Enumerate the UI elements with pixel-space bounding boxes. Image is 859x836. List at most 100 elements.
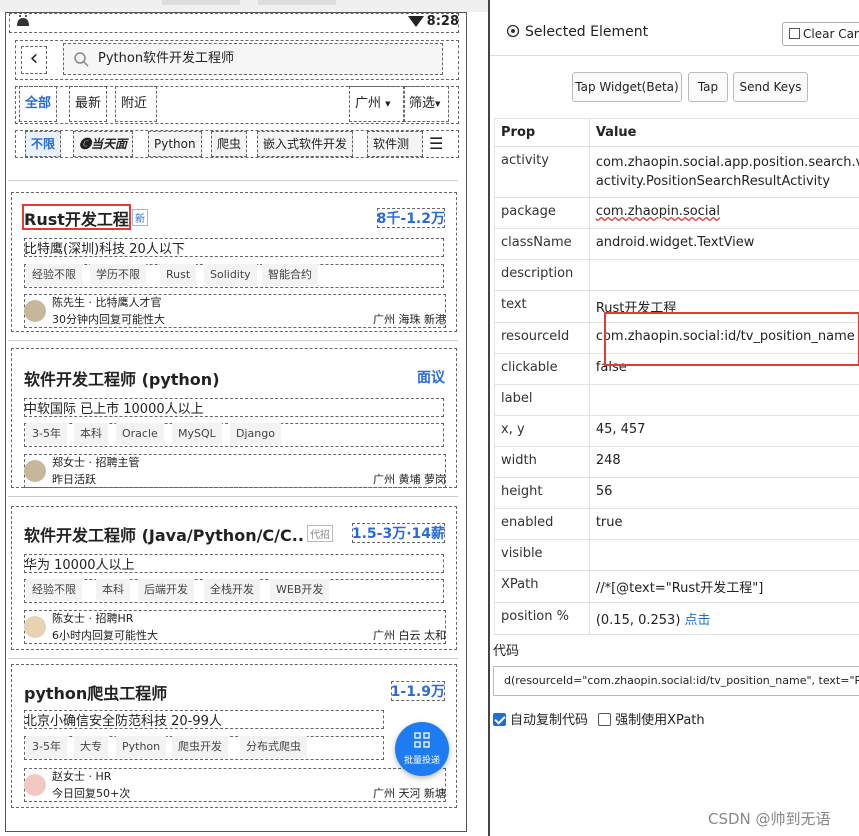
- tag: 本科: [74, 423, 108, 445]
- prop-key: package: [494, 197, 590, 229]
- chip-crawler[interactable]: 爬虫: [211, 131, 248, 157]
- chip-python[interactable]: Python: [148, 131, 202, 157]
- table-row: className android.widget.TextView: [494, 228, 859, 260]
- table-row: visible: [494, 539, 859, 571]
- prop-value: com.zhaopin.social: [588, 197, 859, 229]
- batch-apply-button[interactable]: 批量投递: [395, 722, 449, 776]
- company-info: 北京小确信安全防范科技 20-99人: [24, 710, 384, 729]
- tab-nearby[interactable]: 附近: [115, 86, 157, 122]
- tag: 学历不限: [90, 264, 146, 286]
- fab-label: 批量投递: [403, 756, 440, 766]
- recruiter-row: 陈先生 · 比特鹰人才官 30分钟内回复可能性大 广州 海珠 新港: [24, 294, 446, 328]
- menu-icon[interactable]: ☰: [429, 134, 443, 153]
- chip-unlimited[interactable]: 不限: [25, 131, 62, 157]
- table-row: x, y 45, 457: [494, 415, 859, 447]
- job-card[interactable]: 软件开发工程师 (python) 面议 中软国际 已上市 10000人以上 3-…: [11, 348, 457, 488]
- chip-same-day[interactable]: 🅒当天面: [73, 131, 134, 157]
- prop-value: 56: [588, 477, 859, 509]
- table-header: Prop Value: [494, 118, 859, 147]
- divider: [8, 658, 458, 659]
- avatar: [24, 616, 46, 638]
- chip-row: 不限 🅒当天面 Python 爬虫 嵌入式软件开发 软件测 ☰: [15, 130, 459, 158]
- recruiter-name: 陈先生 · 比特鹰人才官: [52, 296, 162, 309]
- prop-key: className: [494, 228, 590, 260]
- prop-key: clickable: [494, 353, 590, 385]
- value-header: Value: [588, 118, 859, 147]
- company-info: 比特鹰(深圳)科技 20人以下: [24, 238, 444, 257]
- divider: [8, 340, 458, 341]
- job-card[interactable]: python爬虫工程师 1-1.9万 北京小确信安全防范科技 20-99人 3-…: [11, 664, 457, 808]
- job-salary: 1.5-3万·14薪: [351, 523, 445, 543]
- prop-value-line: activity.PositionSearchResultActivity: [595, 174, 831, 189]
- tag: MySQL: [172, 423, 222, 445]
- auto-copy-label: 自动复制代码: [510, 713, 589, 728]
- tag: Solidity: [204, 264, 257, 286]
- filter-dropdown[interactable]: 筛选▾: [403, 86, 449, 122]
- send-keys-button[interactable]: Send Keys: [733, 72, 808, 102]
- tag: 经验不限: [26, 264, 82, 286]
- prop-value: [588, 259, 859, 291]
- search-input[interactable]: Python软件开发工程师: [63, 43, 443, 75]
- recruiter-name: 郑女士 · 招聘主管: [52, 456, 140, 469]
- table-row: XPath//*[@text="Rust开发工程"]: [494, 570, 859, 603]
- chip-testing[interactable]: 软件测: [367, 131, 423, 157]
- chevron-down-icon: ▾: [385, 97, 391, 110]
- table-row: width 248: [494, 446, 859, 478]
- prop-value: (0.15, 0.253) 点击: [588, 602, 859, 635]
- tag-list: 3-5年 本科 Oracle MySQL Django: [24, 423, 444, 447]
- prop-value: 45, 457: [588, 415, 859, 447]
- chevron-left-icon[interactable]: ‹: [21, 46, 47, 74]
- filter-label: 筛选: [409, 96, 436, 111]
- prop-key: activity: [494, 146, 590, 198]
- chip-embedded[interactable]: 嵌入式软件开发: [257, 131, 354, 157]
- tap-widget-button[interactable]: Tap Widget(Beta): [572, 72, 682, 102]
- table-row: position % (0.15, 0.253) 点击: [494, 602, 859, 635]
- prop-header: Prop: [494, 118, 590, 147]
- job-title: 软件开发工程师 (Java/Python/C/C...: [24, 526, 304, 545]
- tab-all[interactable]: 全部: [19, 86, 58, 122]
- tag: 后端开发: [138, 579, 194, 601]
- tag: 全栈开发: [204, 579, 260, 601]
- tag: WEB开发: [270, 579, 330, 601]
- auto-copy-checkbox[interactable]: [493, 713, 506, 726]
- tab-latest[interactable]: 最新: [69, 86, 108, 122]
- prop-value: 248: [588, 446, 859, 478]
- search-icon: [74, 52, 89, 67]
- code-field[interactable]: d(resourceId="com.zhaopin.social:id/tv_p…: [493, 666, 859, 696]
- job-salary: 8千-1.2万: [376, 208, 445, 228]
- recruiter-note: 昨日活跃: [52, 473, 96, 486]
- prop-value: com.zhaopin.social.app.position.search.v…: [588, 146, 859, 198]
- prop-value: true: [588, 508, 859, 540]
- top-tab-1: [162, 0, 240, 5]
- agency-badge: 代招: [307, 525, 333, 542]
- prop-key: enabled: [494, 508, 590, 540]
- checkbox-icon: [789, 28, 800, 39]
- force-xpath-checkbox[interactable]: [598, 713, 612, 726]
- table-row: label: [494, 384, 859, 416]
- tag: 爬虫开发: [172, 736, 228, 758]
- position-value: (0.15, 0.253): [595, 613, 681, 628]
- code-options: 自动复制代码 强制使用XPath: [493, 709, 705, 728]
- table-row: height 56: [494, 477, 859, 509]
- prop-key: XPath: [494, 570, 590, 603]
- recruiter-note: 6小时内回复可能性大: [52, 629, 158, 642]
- tag: Python: [116, 736, 167, 758]
- search-bar: ‹ Python软件开发工程师: [15, 40, 459, 80]
- props-table: Prop Value activity com.zhaopin.social.ap…: [494, 118, 859, 635]
- clear-canvas-toggle[interactable]: Clear Canvas: [782, 22, 859, 46]
- wifi-icon: [408, 16, 424, 27]
- tap-button[interactable]: Tap: [688, 72, 728, 102]
- recruiter-note: 今日回复50+次: [52, 787, 131, 800]
- job-location: 广州 黄埔 萝岗: [373, 473, 446, 486]
- job-card[interactable]: 软件开发工程师 (Java/Python/C/C... 代招 1.5-3万·14…: [11, 506, 457, 650]
- click-link[interactable]: 点击: [685, 613, 711, 628]
- android-icon: [17, 15, 29, 26]
- divider: [8, 496, 458, 497]
- prop-key: visible: [494, 539, 590, 571]
- prop-value: //*[@text="Rust开发工程"]: [588, 570, 859, 603]
- code-label: 代码: [493, 644, 520, 659]
- avatar: [24, 300, 46, 322]
- city-dropdown[interactable]: 广州 ▾: [349, 86, 405, 122]
- tag: 分布式爬虫: [240, 736, 307, 758]
- tag: Rust: [160, 264, 197, 286]
